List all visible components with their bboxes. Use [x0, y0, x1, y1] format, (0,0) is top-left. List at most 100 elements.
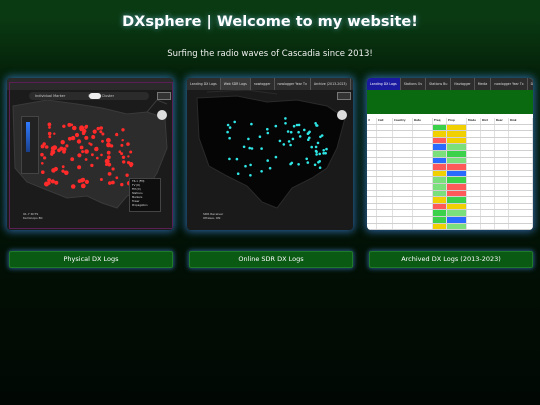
map-marker[interactable] — [247, 137, 250, 141]
map-marker[interactable] — [64, 170, 69, 176]
map-marker[interactable] — [242, 145, 246, 149]
physical-dx-logs-thumbnail[interactable]: Individual Marker Marker Cluster TR-1 (F… — [7, 78, 173, 230]
map-marker[interactable] — [291, 137, 295, 141]
map-marker[interactable] — [325, 147, 328, 151]
map-marker[interactable] — [115, 176, 119, 180]
map-marker[interactable] — [47, 131, 52, 136]
map-marker[interactable] — [298, 135, 302, 138]
map-marker[interactable] — [236, 172, 240, 175]
map-marker[interactable] — [297, 163, 300, 166]
map-marker[interactable] — [111, 167, 115, 171]
map-marker[interactable] — [287, 140, 291, 143]
map-marker[interactable] — [52, 145, 58, 150]
map-marker[interactable] — [76, 139, 82, 144]
map-marker[interactable] — [84, 149, 89, 154]
map-marker[interactable] — [318, 166, 322, 169]
map-marker[interactable] — [249, 163, 252, 167]
map-marker[interactable] — [84, 158, 88, 161]
map-marker[interactable] — [310, 145, 313, 149]
map-marker[interactable] — [81, 131, 86, 135]
map-marker[interactable] — [284, 122, 287, 125]
map-marker[interactable] — [67, 136, 72, 141]
online-sdr-dx-logs-button[interactable]: Online SDR DX Logs — [189, 251, 353, 268]
archived-dx-logs-button[interactable]: Archived DX Logs (2013-2023) — [369, 251, 533, 268]
map-marker[interactable] — [297, 130, 300, 134]
map-marker[interactable] — [226, 130, 229, 134]
map-marker[interactable] — [77, 153, 82, 158]
map-marker[interactable] — [99, 126, 103, 130]
thumbnail-tab[interactable]: Stations Ov — [401, 78, 427, 90]
map-marker[interactable] — [100, 153, 103, 157]
map-marker[interactable] — [306, 161, 310, 164]
map-marker[interactable] — [60, 147, 64, 150]
map-marker[interactable] — [95, 146, 99, 150]
map-marker[interactable] — [61, 165, 65, 169]
map-marker[interactable] — [41, 162, 44, 165]
map-marker[interactable] — [315, 153, 318, 156]
map-marker[interactable] — [284, 117, 287, 120]
thumbnail-tab[interactable]: Navlogger — [451, 78, 475, 90]
map-marker[interactable] — [260, 170, 263, 173]
map-marker[interactable] — [50, 179, 55, 184]
map-marker[interactable] — [127, 155, 130, 158]
locate-icon[interactable] — [157, 110, 167, 120]
map-marker[interactable] — [289, 143, 292, 147]
map-marker[interactable] — [99, 130, 103, 134]
map-marker[interactable] — [80, 183, 86, 189]
thumbnail-tab[interactable]: Details — [351, 78, 353, 90]
map-marker[interactable] — [48, 126, 51, 129]
map-marker[interactable] — [268, 166, 272, 170]
online-sdr-dx-logs-thumbnail[interactable]: Landing DX Logs Web SDR Logs nowlogger nowl… — [187, 78, 353, 230]
map-marker[interactable] — [286, 130, 290, 133]
map-marker[interactable] — [313, 163, 317, 167]
map-marker[interactable] — [315, 124, 319, 127]
archived-dx-logs-thumbnail[interactable]: Landing DX Logs Stations Ov Stations Bu Nav… — [367, 78, 533, 230]
map-marker[interactable] — [303, 128, 306, 132]
map-marker[interactable] — [305, 157, 308, 161]
map-marker[interactable] — [40, 144, 45, 149]
map-marker[interactable] — [274, 124, 278, 128]
map-marker[interactable] — [122, 160, 126, 164]
map-marker[interactable] — [233, 120, 236, 124]
map-marker[interactable] — [84, 135, 89, 140]
thumbnail-tab[interactable]: Web SDR Logs — [220, 78, 251, 90]
map-marker[interactable] — [53, 132, 56, 135]
map-marker[interactable] — [40, 152, 44, 157]
map-marker[interactable] — [260, 147, 263, 150]
map-marker[interactable] — [266, 159, 269, 162]
map-marker[interactable] — [70, 184, 76, 189]
map-marker[interactable] — [92, 129, 97, 134]
map-marker[interactable] — [74, 132, 80, 138]
thumbnail-tab[interactable]: Archive (2013-2023) — [311, 78, 351, 90]
map-marker[interactable] — [248, 146, 251, 150]
map-marker[interactable] — [226, 123, 230, 127]
thumbnail-tab[interactable]: Landing DX Logs — [187, 78, 221, 90]
map-marker[interactable] — [106, 142, 111, 148]
thumbnail-tab[interactable]: nowlogger Year Tx — [275, 78, 311, 90]
map-marker[interactable] — [111, 180, 115, 185]
thumbnail-tab[interactable]: nowlogger Year Tx — [491, 78, 528, 90]
map-marker[interactable] — [51, 168, 56, 173]
thumbnail-tab[interactable]: Details — [528, 78, 533, 90]
map-marker[interactable] — [121, 155, 126, 159]
thumbnail-tab[interactable]: Landing DX Logs — [367, 78, 401, 90]
map-marker[interactable] — [129, 164, 133, 168]
map-marker[interactable] — [84, 125, 88, 129]
map-marker[interactable] — [48, 135, 52, 139]
thumbnail-tab[interactable]: Stations Bu — [426, 78, 452, 90]
map-marker[interactable] — [282, 143, 286, 146]
map-marker[interactable] — [107, 172, 112, 176]
map-marker[interactable] — [91, 135, 96, 139]
locate-icon[interactable] — [337, 110, 347, 120]
thumbnail-tab[interactable]: Media — [475, 78, 492, 90]
map-marker[interactable] — [120, 143, 124, 147]
map-marker[interactable] — [99, 178, 103, 181]
map-marker[interactable] — [90, 163, 94, 168]
map-marker[interactable] — [61, 169, 65, 173]
map-marker[interactable] — [250, 147, 254, 150]
map-marker[interactable] — [81, 150, 85, 154]
map-marker[interactable] — [96, 156, 99, 160]
map-marker[interactable] — [47, 122, 52, 127]
map-marker[interactable] — [70, 123, 74, 127]
map-marker[interactable] — [77, 179, 82, 183]
